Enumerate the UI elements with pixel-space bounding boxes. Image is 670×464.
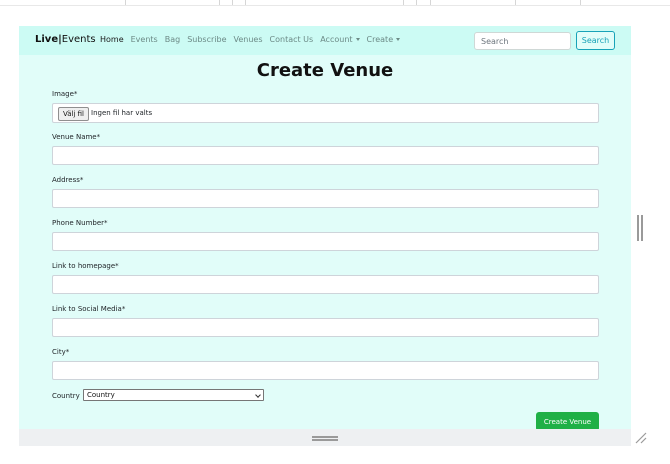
country-select[interactable]: Country (83, 389, 264, 401)
phone-number-field[interactable] (52, 232, 599, 251)
strip-divider (125, 0, 126, 5)
venue-name-label: Venue Name* (52, 133, 101, 141)
nav-create-dropdown[interactable]: Create (367, 35, 401, 44)
browser-top-strip (0, 0, 670, 6)
strip-divider (219, 0, 220, 5)
app-viewport: Live|Events Home Events Bag Subscribe Ve… (19, 26, 631, 429)
brand-live: Live (35, 34, 59, 45)
country-label: Country (52, 392, 80, 400)
country-selected-value: Country (87, 391, 115, 399)
city-label: City* (52, 348, 70, 356)
strip-divider (416, 0, 417, 5)
venue-name-field[interactable] (52, 146, 599, 165)
image-label: Image* (52, 90, 78, 98)
homepage-link-field[interactable] (52, 275, 599, 294)
phone-number-label: Phone Number* (52, 219, 108, 227)
strip-divider (515, 0, 516, 5)
nav-home[interactable]: Home (100, 35, 124, 44)
address-label: Address* (52, 176, 84, 184)
search-button[interactable]: Search (576, 31, 615, 50)
nav-account-label: Account (320, 35, 353, 44)
chevron-down-icon (355, 38, 360, 41)
brand-logo[interactable]: Live|Events (35, 34, 96, 45)
create-venue-button[interactable]: Create Venue (536, 412, 599, 429)
brand-events: Events (61, 34, 96, 45)
nav-links: Home Events Bag Subscribe Venues Contact… (100, 35, 407, 44)
nav-bag[interactable]: Bag (165, 35, 180, 44)
address-field[interactable] (52, 189, 599, 208)
chevron-down-icon (255, 392, 261, 398)
strip-divider (430, 0, 431, 5)
image-file-input[interactable]: Välj fil Ingen fil har valts (52, 103, 599, 123)
chevron-down-icon (396, 38, 401, 41)
social-media-link-label: Link to Social Media* (52, 305, 126, 313)
nav-contact-us[interactable]: Contact Us (270, 35, 314, 44)
nav-venues[interactable]: Venues (234, 35, 263, 44)
strip-divider (403, 0, 404, 5)
nav-account-dropdown[interactable]: Account (320, 35, 360, 44)
social-media-link-field[interactable] (52, 318, 599, 337)
choose-file-button[interactable]: Välj fil (58, 107, 90, 121)
nav-subscribe[interactable]: Subscribe (187, 35, 226, 44)
resize-grip-icon[interactable] (635, 432, 647, 444)
homepage-link-label: Link to homepage* (52, 262, 119, 270)
nav-events[interactable]: Events (131, 35, 158, 44)
strip-divider (245, 0, 246, 5)
file-status-text: Ingen fil har valts (91, 109, 153, 117)
navbar: Live|Events Home Events Bag Subscribe Ve… (19, 26, 631, 55)
nav-create-label: Create (366, 35, 394, 44)
scrollbar-handle[interactable] (637, 215, 643, 241)
strip-divider (232, 0, 233, 5)
page-title: Create Venue (256, 60, 394, 81)
search-input[interactable] (474, 32, 571, 50)
strip-divider (580, 0, 581, 5)
panel-drag-handle[interactable] (312, 436, 338, 441)
city-field[interactable] (52, 361, 599, 380)
